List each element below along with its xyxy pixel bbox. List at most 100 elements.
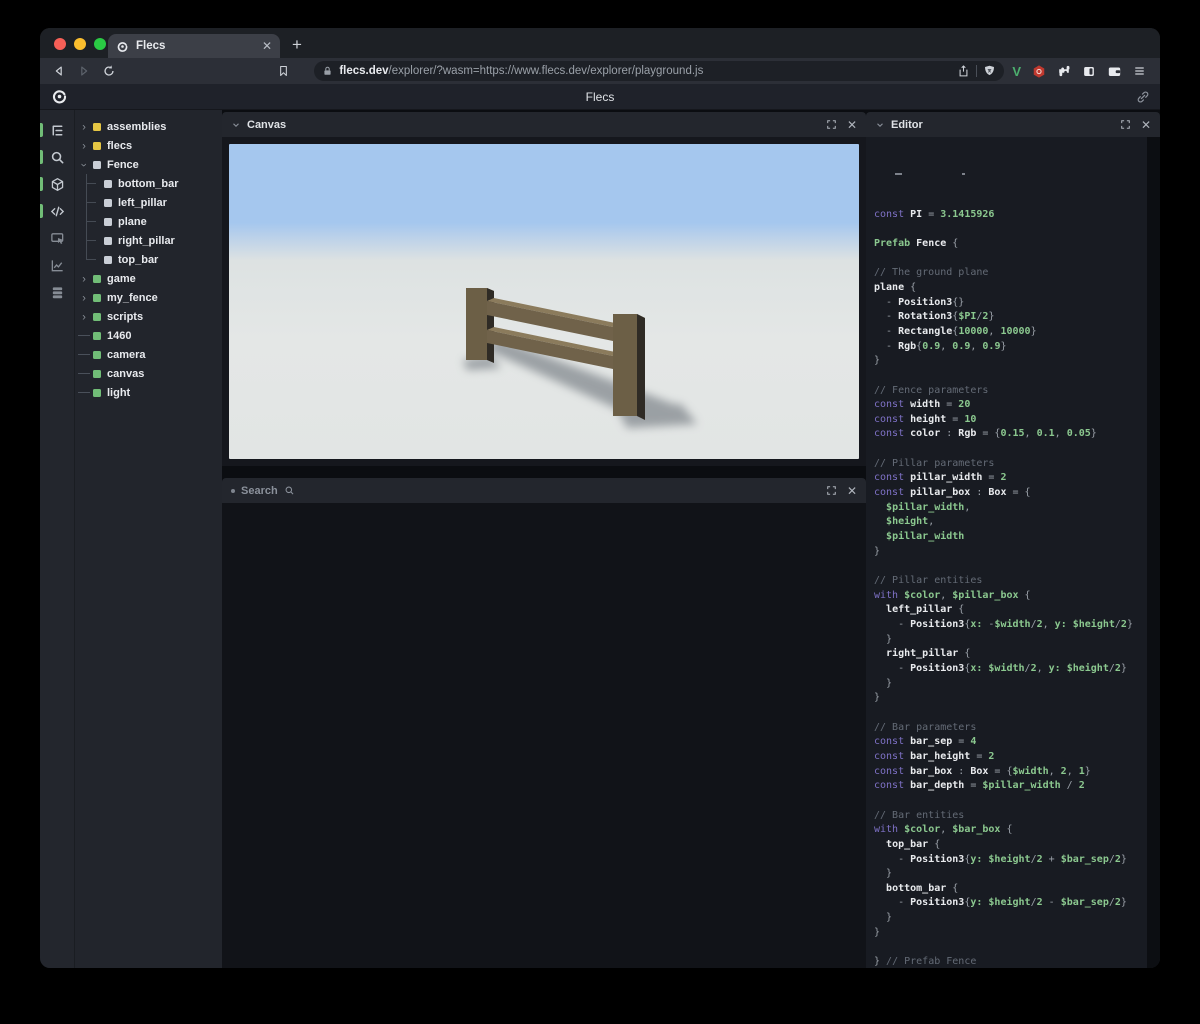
chevron-right-icon[interactable]: › — [75, 272, 93, 286]
entity-color-square — [93, 351, 101, 359]
chevron-down-icon[interactable]: › — [75, 158, 93, 172]
close-window-button[interactable] — [54, 38, 66, 50]
minimize-window-button[interactable] — [74, 38, 86, 50]
code-line: // Bar entities — [874, 809, 1147, 824]
bookmark-icon[interactable] — [275, 63, 292, 79]
sidebar-item-query[interactable] — [40, 145, 74, 170]
reload-icon[interactable] — [100, 63, 117, 79]
code-line: - Position3{y: $height/2 + $bar_sep/2} — [874, 853, 1147, 868]
tree-item-label: light — [107, 387, 130, 399]
code-line: - Rotation3{$PI/2} — [874, 310, 1147, 325]
tree-item-light[interactable]: light — [75, 383, 222, 402]
code-line: const bar_sep = 4 — [874, 735, 1147, 750]
icon-sidebar — [40, 110, 74, 968]
cube-icon — [50, 177, 65, 192]
entity-color-square — [93, 142, 101, 150]
tree-item-plane[interactable]: plane — [75, 212, 222, 231]
forward-icon[interactable] — [75, 63, 92, 79]
editor-scrollbar[interactable] — [1147, 137, 1160, 968]
code-line: } — [874, 354, 1147, 369]
url-bar[interactable]: flecs.dev/explorer/?wasm=https://www.fle… — [314, 61, 1004, 81]
search-icon — [50, 150, 65, 165]
sidebar-item-commands[interactable] — [40, 280, 74, 305]
expand-icon[interactable] — [826, 119, 837, 130]
app-header: Flecs — [40, 84, 1160, 110]
panel-gap — [222, 466, 866, 478]
sidebar-item-editor[interactable] — [40, 199, 74, 224]
chevron-down-icon[interactable] — [231, 120, 241, 130]
code-line: } — [874, 677, 1147, 692]
close-icon[interactable]: ✕ — [1141, 119, 1151, 131]
tree-item-right_pillar[interactable]: right_pillar — [75, 231, 222, 250]
collapsed-dot-icon[interactable] — [231, 489, 235, 493]
vue-devtools-extension-icon[interactable]: V — [1012, 64, 1021, 79]
inspector-icon — [50, 231, 65, 246]
maximize-window-button[interactable] — [94, 38, 106, 50]
tree-item-scripts[interactable]: ›scripts — [75, 307, 222, 326]
tree-item-canvas[interactable]: canvas — [75, 364, 222, 383]
extensions-puzzle-icon[interactable] — [1057, 64, 1071, 78]
tree-item-1460[interactable]: 1460 — [75, 326, 222, 345]
code-line: const height = 10 — [874, 413, 1147, 428]
tree-item-game[interactable]: ›game — [75, 269, 222, 288]
editor-column: Editor ✕ const PI = 3.1415926 Prefab Fen… — [866, 110, 1160, 968]
back-icon[interactable] — [50, 63, 67, 79]
tree-item-label: flecs — [107, 140, 132, 152]
entity-color-square — [104, 199, 112, 207]
chevron-down-icon[interactable] — [875, 120, 885, 130]
code-line: // Pillar entities — [874, 574, 1147, 589]
code-line: left_pillar { — [874, 603, 1147, 618]
code-line: } — [874, 691, 1147, 706]
middle-column: Canvas ✕ — [222, 110, 866, 968]
code-line: $pillar_width — [874, 530, 1147, 545]
share-icon[interactable] — [957, 64, 970, 78]
menu-icon[interactable] — [1133, 65, 1146, 77]
tree-item-camera[interactable]: camera — [75, 345, 222, 364]
chevron-right-icon[interactable]: › — [75, 291, 93, 305]
sidebar-item-inspector[interactable] — [40, 226, 74, 251]
code-line — [874, 706, 1147, 721]
tree-item-my_fence[interactable]: › my_fence — [75, 288, 222, 307]
tab-close-icon[interactable]: ✕ — [262, 40, 272, 52]
chevron-right-icon[interactable]: › — [75, 139, 93, 153]
code-line: // The ground plane — [874, 266, 1147, 281]
tree-item-Fence[interactable]: ›Fence — [75, 155, 222, 174]
tree-item-label: camera — [107, 349, 146, 361]
tree-item-label: top_bar — [118, 254, 158, 266]
browser-tab[interactable]: Flecs ✕ — [108, 34, 280, 58]
editor-panel-body: const PI = 3.1415926 Prefab Fence { // T… — [866, 137, 1160, 968]
sidebar-item-stats[interactable] — [40, 253, 74, 278]
tree-item-label: my_fence — [107, 292, 158, 304]
brave-shield-icon[interactable] — [983, 64, 996, 78]
code-editor[interactable]: const PI = 3.1415926 Prefab Fence { // T… — [866, 137, 1147, 968]
active-indicator — [40, 177, 43, 191]
tree-item-top_bar[interactable]: top_bar — [75, 250, 222, 269]
tree-item-assemblies[interactable]: ›assemblies — [75, 117, 222, 136]
main-content: ›assemblies›flecs›Fencebottom_barleft_pi… — [40, 110, 1160, 968]
code-line: } — [874, 926, 1147, 941]
tree-leaf-dash — [75, 373, 93, 374]
red-hexagon-extension-icon[interactable] — [1032, 64, 1046, 79]
wallet-icon[interactable] — [1107, 65, 1122, 78]
canvas-3d-viewport[interactable] — [229, 144, 859, 459]
close-icon[interactable]: ✕ — [847, 485, 857, 497]
close-icon[interactable]: ✕ — [847, 119, 857, 131]
code-line: const color : Rgb = {0.15, 0.1, 0.05} — [874, 427, 1147, 442]
expand-icon[interactable] — [1120, 119, 1131, 130]
tree-leaf-dash — [75, 354, 93, 355]
new-tab-button[interactable]: + — [292, 35, 302, 55]
sidebar-item-canvas[interactable] — [40, 172, 74, 197]
code-line: $pillar_width, — [874, 501, 1147, 516]
tree-item-label: canvas — [107, 368, 144, 380]
code-line: } // Prefab Fence — [874, 955, 1147, 968]
sidebar-item-entity-tree[interactable] — [40, 118, 74, 143]
code-line: - Position3{x: -$width/2, y: $height/2} — [874, 618, 1147, 633]
expand-icon[interactable] — [826, 485, 837, 496]
tree-item-bottom_bar[interactable]: bottom_bar — [75, 174, 222, 193]
share-link-icon[interactable] — [1136, 90, 1150, 104]
tree-item-left_pillar[interactable]: left_pillar — [75, 193, 222, 212]
sidebar-toggle-icon[interactable] — [1082, 65, 1096, 78]
chevron-right-icon[interactable]: › — [75, 310, 93, 324]
tree-item-flecs[interactable]: › flecs — [75, 136, 222, 155]
chevron-right-icon[interactable]: › — [75, 120, 93, 134]
